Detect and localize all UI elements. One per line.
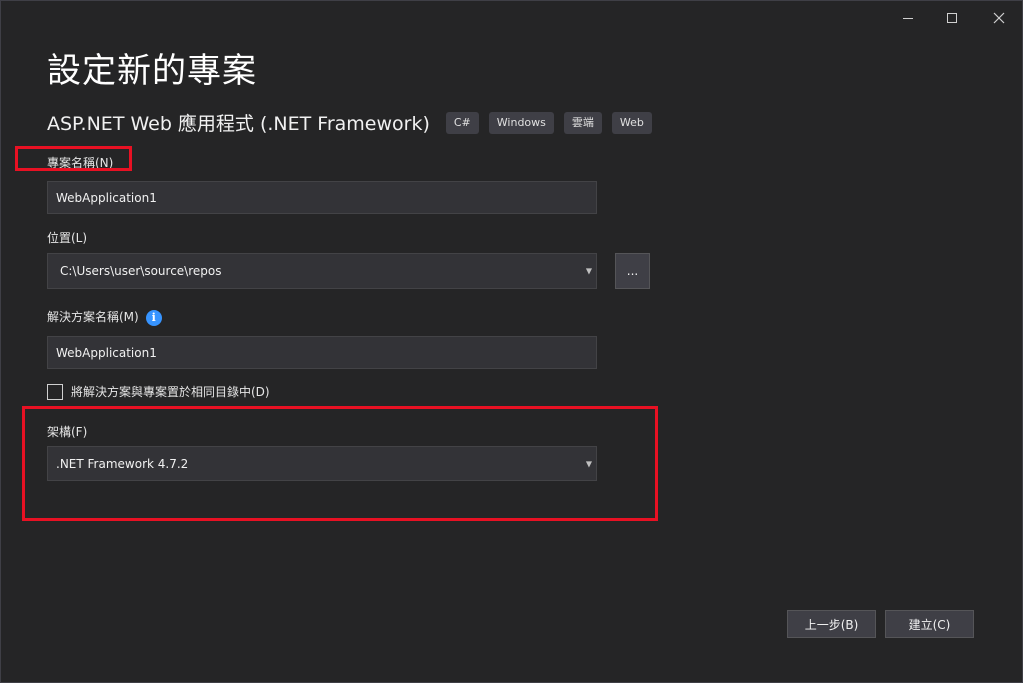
configure-project-dialog: 設定新的專案 ASP.NET Web 應用程式 (.NET Framework)… (0, 0, 1023, 683)
location-label: 位置(L) (47, 231, 88, 245)
location-combobox[interactable]: C:\Users\user\source\repos ▼ (47, 253, 597, 289)
solution-name-input[interactable]: WebApplication1 (47, 336, 597, 369)
solution-name-label-row: 解決方案名稱(M) i (47, 308, 162, 326)
solution-name-value: WebApplication1 (56, 345, 157, 360)
maximize-icon[interactable] (929, 3, 975, 33)
chevron-down-icon[interactable]: ▼ (586, 267, 592, 276)
solution-name-label: 解決方案名稱(M) (47, 310, 139, 324)
create-button[interactable]: 建立(C) (885, 610, 974, 638)
back-button[interactable]: 上一步(B) (787, 610, 876, 638)
framework-highlight (22, 406, 658, 521)
info-icon[interactable]: i (145, 309, 162, 326)
tag-language: C# (445, 111, 479, 134)
close-icon[interactable] (976, 3, 1022, 33)
project-name-value: WebApplication1 (56, 190, 157, 205)
same-directory-checkbox[interactable] (47, 383, 63, 400)
project-name-input[interactable]: WebApplication1 (47, 181, 597, 214)
template-name: ASP.NET Web 應用程式 (.NET Framework) (47, 113, 430, 135)
minimize-icon[interactable] (885, 3, 931, 33)
tag-platform: Windows (488, 111, 554, 134)
project-name-highlight (15, 146, 132, 171)
tag-cloud: 雲端 (563, 111, 602, 134)
page-title: 設定新的專案 (47, 51, 257, 91)
template-header: ASP.NET Web 應用程式 (.NET Framework) C# Win… (47, 109, 662, 136)
location-value: C:\Users\user\source\repos (60, 264, 222, 278)
same-directory-option[interactable]: 將解決方案與專案置於相同目錄中(D) (47, 383, 270, 400)
browse-location-button[interactable]: ... (615, 253, 650, 289)
same-directory-label: 將解決方案與專案置於相同目錄中(D) (71, 385, 270, 399)
tag-web: Web (611, 111, 652, 134)
